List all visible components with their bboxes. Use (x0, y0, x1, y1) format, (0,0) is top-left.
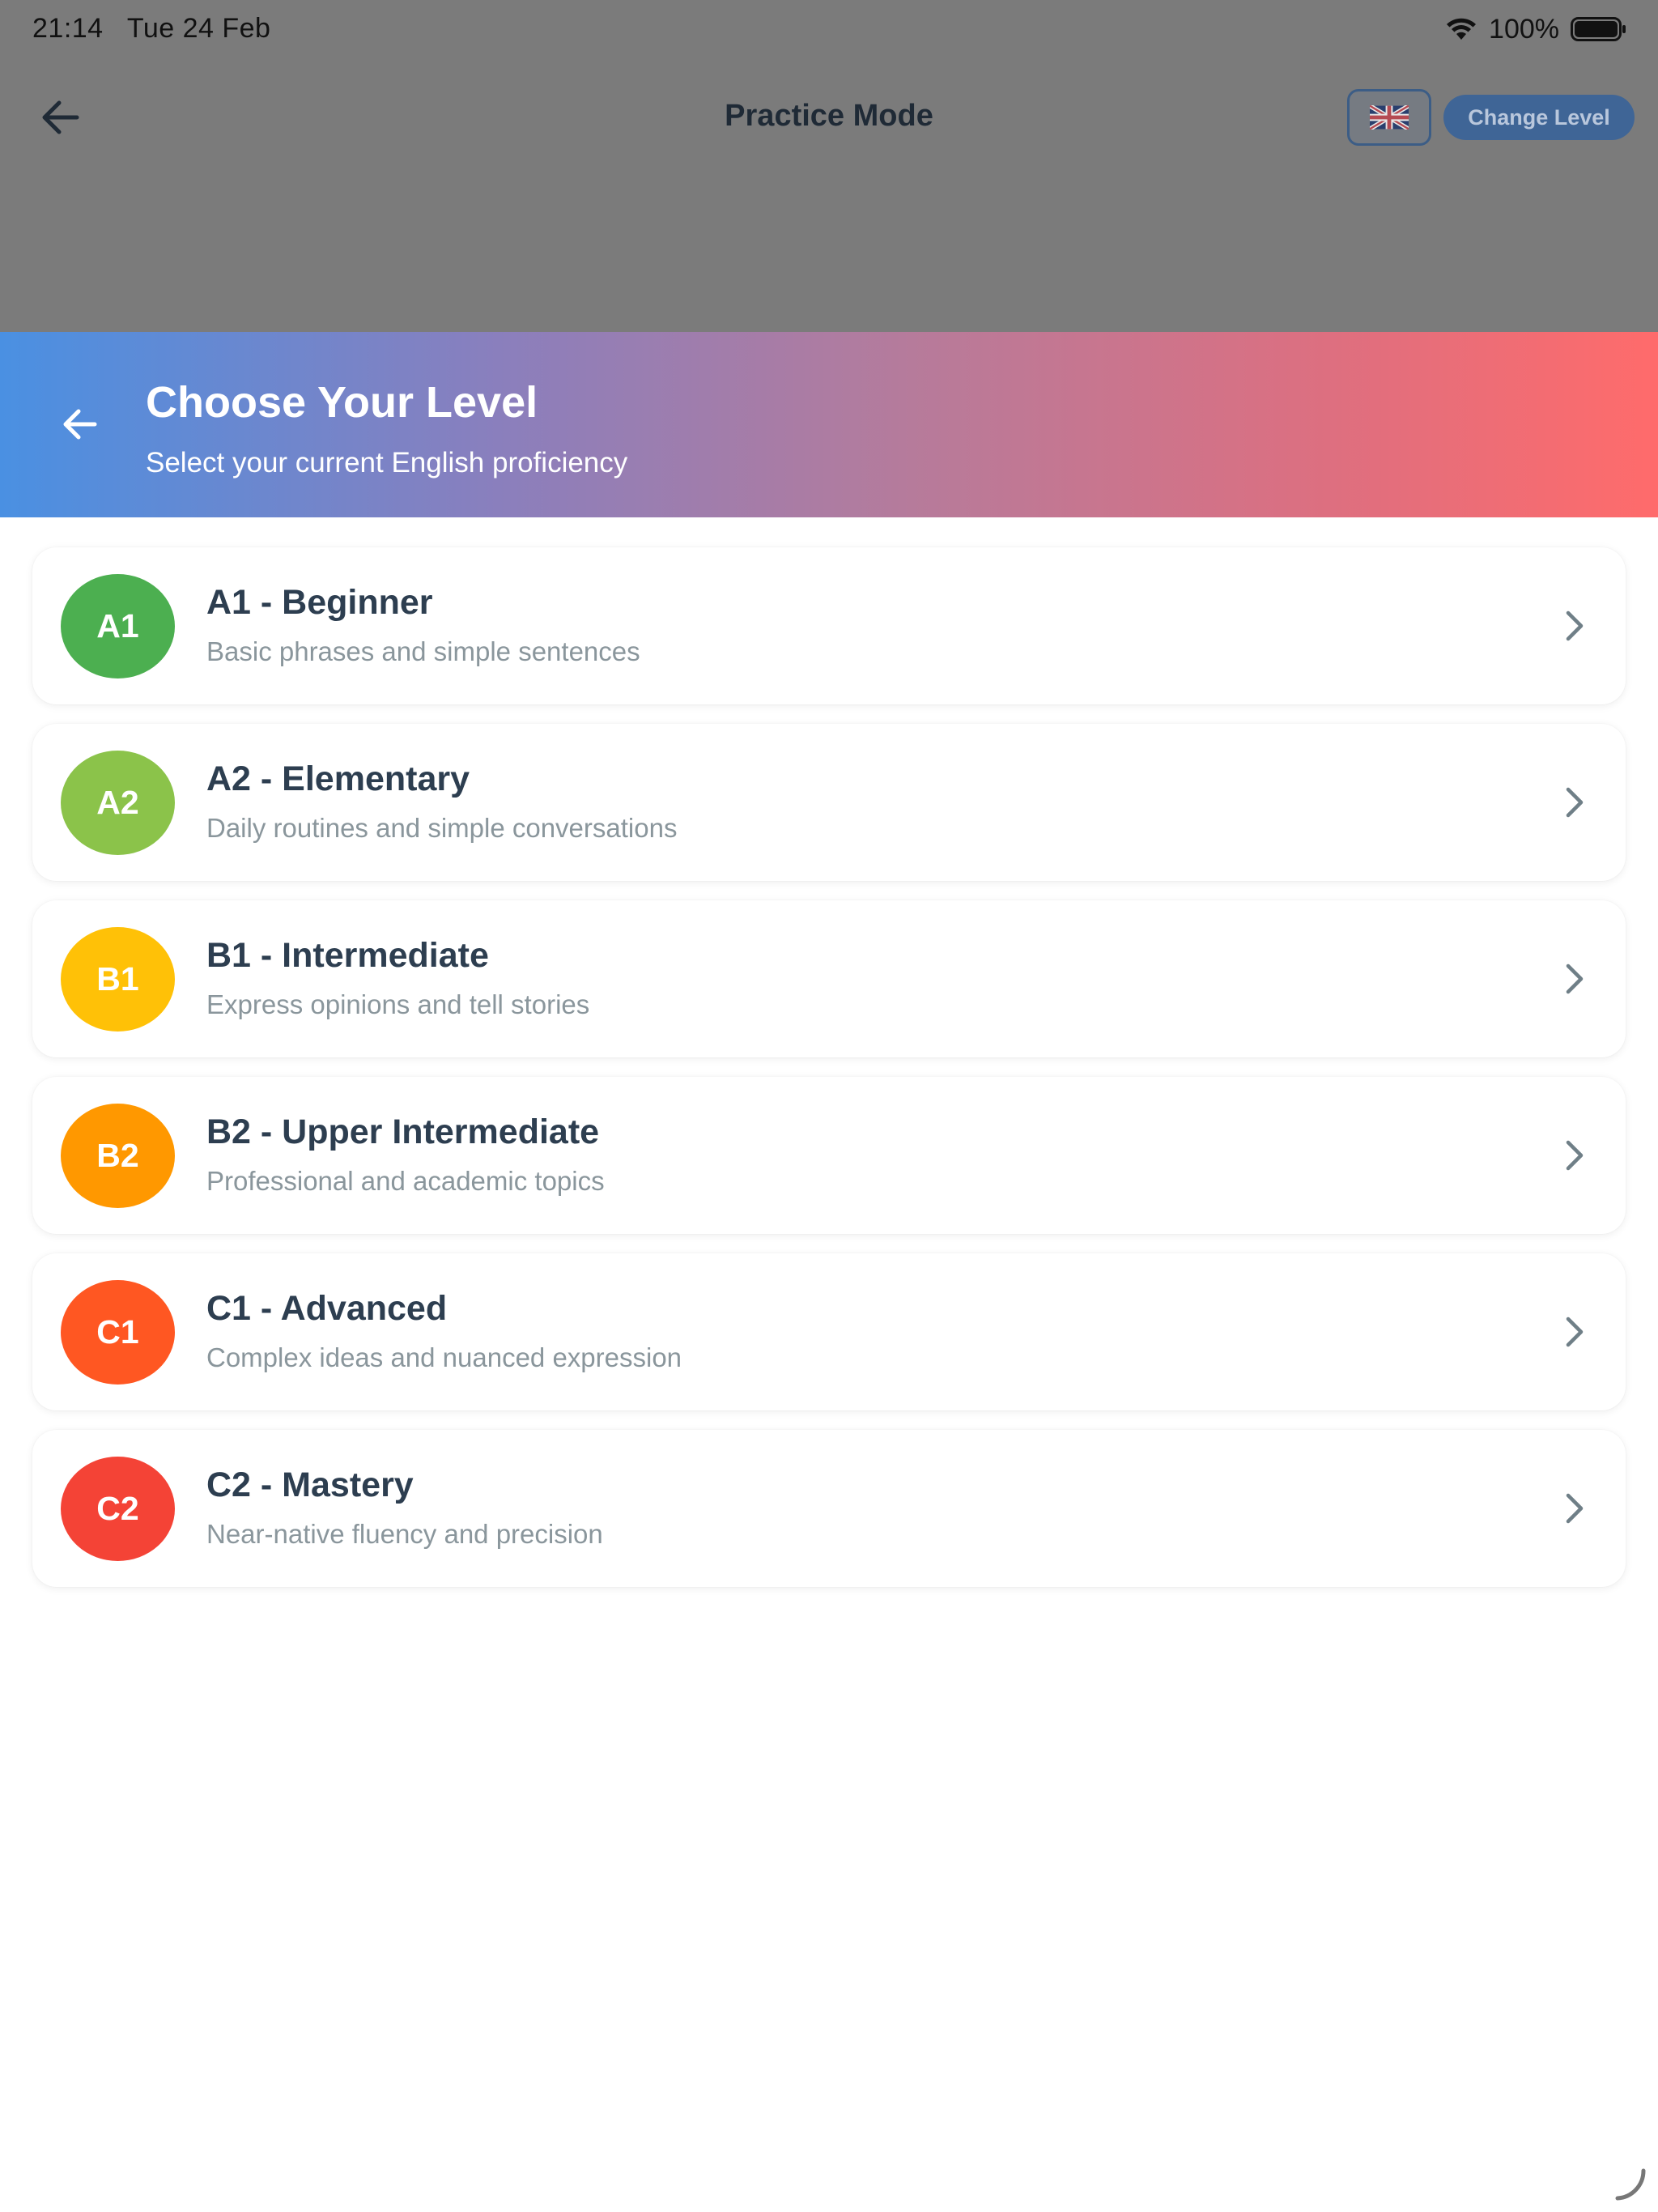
chevron-right-icon (1566, 787, 1584, 818)
level-card-b2[interactable]: B2 B2 - Upper Intermediate Professional … (32, 1077, 1626, 1234)
level-badge: A1 (61, 574, 175, 678)
chevron-right-icon (1566, 610, 1584, 641)
language-flag-button[interactable] (1347, 89, 1431, 146)
wifi-icon (1447, 18, 1477, 40)
uk-flag-icon (1370, 105, 1409, 130)
level-description: Professional and academic topics (206, 1166, 605, 1196)
level-card-c2[interactable]: C2 C2 - Mastery Near-native fluency and … (32, 1430, 1626, 1587)
level-title: B1 - Intermediate (206, 936, 489, 975)
sheet-back-button[interactable] (57, 403, 102, 445)
level-title: A2 - Elementary (206, 759, 470, 798)
status-bar: 21:14 Tue 24 Feb 100% (0, 0, 1658, 58)
level-description: Daily routines and simple conversations (206, 813, 678, 843)
level-picker-screen: 21:14 Tue 24 Feb 100% Practice Mode Chan… (0, 0, 1658, 2212)
status-time: 21:14 Tue 24 Feb (32, 13, 270, 45)
level-badge: C1 (61, 1280, 175, 1385)
level-description: Complex ideas and nuanced expression (206, 1342, 682, 1372)
level-card-a2[interactable]: A2 A2 - Elementary Daily routines and si… (32, 724, 1626, 881)
dimmed-backdrop[interactable]: 21:14 Tue 24 Feb 100% Practice Mode Chan… (0, 0, 1658, 332)
status-date: Tue 24 Feb (126, 13, 271, 44)
arrow-left-icon (63, 409, 97, 440)
level-card-c1[interactable]: C1 C1 - Advanced Complex ideas and nuanc… (32, 1253, 1626, 1410)
change-level-button[interactable]: Change Level (1443, 95, 1635, 140)
level-badge: A2 (61, 751, 175, 855)
sheet-title: Choose Your Level (146, 378, 538, 427)
sheet-subtitle: Select your current English proficiency (146, 447, 628, 479)
level-badge: C2 (61, 1457, 175, 1561)
chevron-right-icon (1566, 1140, 1584, 1171)
status-clock: 21:14 (32, 13, 104, 44)
level-description: Near-native fluency and precision (206, 1519, 603, 1549)
status-indicators: 100% (1445, 11, 1627, 47)
nav-bar: Practice Mode Change Level (0, 81, 1658, 154)
level-badge: B2 (61, 1104, 175, 1208)
level-description: Express opinions and tell stories (206, 989, 590, 1019)
sheet-header: Choose Your Level Select your current En… (0, 332, 1658, 517)
chevron-right-icon (1566, 1493, 1584, 1524)
level-badge: B1 (61, 927, 175, 1032)
level-title: B2 - Upper Intermediate (206, 1112, 600, 1151)
chevron-right-icon (1566, 1317, 1584, 1347)
battery-icon (1571, 17, 1626, 41)
level-list: A1 A1 - Beginner Basic phrases and simpl… (32, 547, 1626, 1606)
level-card-b1[interactable]: B1 B1 - Intermediate Express opinions an… (32, 900, 1626, 1057)
battery-percent: 100% (1489, 13, 1559, 45)
level-title: C1 - Advanced (206, 1289, 448, 1328)
loading-spinner-icon (1615, 2168, 1646, 2201)
level-card-a1[interactable]: A1 A1 - Beginner Basic phrases and simpl… (32, 547, 1626, 704)
level-title: A1 - Beginner (206, 583, 433, 622)
level-title: C2 - Mastery (206, 1465, 414, 1504)
level-description: Basic phrases and simple sentences (206, 636, 640, 666)
chevron-right-icon (1566, 963, 1584, 994)
